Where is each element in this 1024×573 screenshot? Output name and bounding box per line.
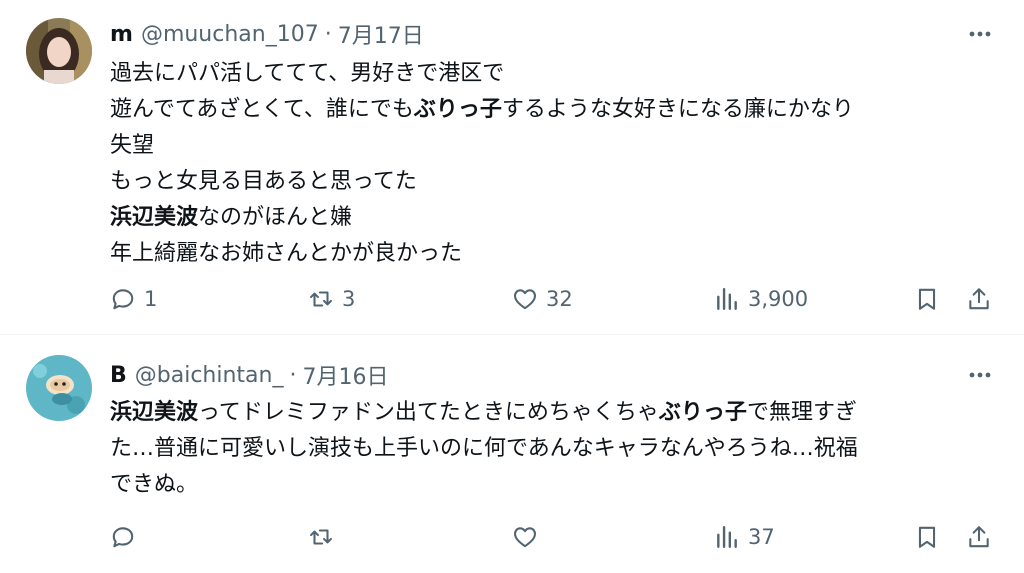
views-button[interactable]: 37 — [714, 520, 775, 554]
avatar[interactable] — [26, 18, 92, 84]
highlighted-keyword: 浜辺美波 — [110, 400, 199, 425]
more-icon[interactable] — [966, 361, 994, 389]
views-count: 37 — [748, 525, 775, 549]
text-segment: 過去にパパ活しててて、男好きで港区で — [110, 61, 505, 86]
text-segment: ってドレミファドン出てたときにめちゃくちゃ — [198, 400, 659, 425]
tweet-text-line: 過去にパパ活しててて、男好きで港区で — [110, 56, 854, 92]
text-segment: 年上綺麗なお姉さんとかが良かった — [110, 241, 463, 266]
views-icon — [717, 288, 737, 310]
tweet-header: m @muuchan_107 · 7月17日 — [110, 17, 424, 51]
reply-icon — [112, 527, 134, 548]
tweet-actions: 37 — [0, 520, 1024, 554]
text-segment: できぬ。 — [110, 472, 199, 497]
like-icon — [514, 289, 536, 310]
share-button[interactable] — [966, 520, 992, 554]
retweet-button[interactable]: 3 — [308, 282, 355, 316]
more-icon[interactable] — [966, 20, 994, 48]
bookmark-button[interactable] — [914, 282, 940, 316]
share-button[interactable] — [966, 282, 992, 316]
retweet-icon — [310, 529, 332, 545]
bookmark-icon — [918, 288, 936, 310]
tweet[interactable]: B @baichintan_ · 7月16日 浜辺美波ってドレミファドン出てたと… — [0, 335, 1024, 573]
separator-dot: · — [289, 362, 297, 388]
text-segment: た…普通に可愛いし演技も上手いのに何であんなキャラなんやろうね…祝福 — [110, 436, 858, 461]
retweet-count: 3 — [342, 287, 356, 311]
tweet-text-line: 失望 — [110, 128, 854, 164]
display-name[interactable]: B — [110, 363, 127, 388]
tweet-text-line: もっと女見る目あると思ってた — [110, 164, 854, 200]
retweet-button[interactable] — [308, 520, 342, 554]
reply-count: 1 — [144, 287, 158, 311]
text-segment: 遊んでてあざとくて、誰にでも — [110, 97, 414, 122]
share-icon — [969, 288, 989, 310]
tweet[interactable]: m @muuchan_107 · 7月17日 過去にパパ活しててて、男好きで港区… — [0, 0, 1024, 334]
like-icon — [514, 527, 536, 548]
tweet-text-line: できぬ。 — [110, 467, 858, 503]
share-icon — [969, 526, 989, 548]
text-segment: もっと女見る目あると思ってた — [110, 169, 417, 194]
highlighted-keyword: ぶりっ子 — [658, 400, 747, 425]
highlighted-keyword: ぶりっ子 — [413, 97, 502, 122]
views-count: 3,900 — [748, 287, 809, 311]
highlighted-keyword: 浜辺美波 — [110, 205, 199, 230]
tweet-header: B @baichintan_ · 7月16日 — [110, 358, 389, 392]
separator-dot: · — [324, 21, 332, 47]
tweet-date[interactable]: 7月17日 — [338, 18, 424, 50]
like-count: 32 — [546, 287, 573, 311]
like-button[interactable]: 32 — [512, 282, 573, 316]
retweet-icon — [310, 291, 332, 307]
avatar[interactable] — [26, 355, 92, 421]
tweet-text-line: 遊んでてあざとくて、誰にでもぶりっ子するような女好きになる廉にかなり — [110, 92, 854, 128]
tweet-text-line: 浜辺美波なのがほんと嫌 — [110, 200, 854, 236]
text-segment: 失望 — [110, 133, 155, 158]
tweet-text-line: 浜辺美波ってドレミファドン出てたときにめちゃくちゃぶりっ子で無理すぎ — [110, 395, 858, 431]
tweet-actions: 1 3 32 3,900 — [0, 282, 1024, 316]
reply-button[interactable]: 1 — [110, 282, 157, 316]
tweet-date[interactable]: 7月16日 — [303, 359, 389, 391]
like-button[interactable] — [512, 520, 546, 554]
tweet-text-line: た…普通に可愛いし演技も上手いのに何であんなキャラなんやろうね…祝福 — [110, 431, 858, 467]
bookmark-icon — [918, 526, 936, 548]
tweet-text: 浜辺美波ってドレミファドン出てたときにめちゃくちゃぶりっ子で無理すぎた…普通に可… — [110, 395, 858, 503]
bookmark-button[interactable] — [914, 520, 940, 554]
views-button[interactable]: 3,900 — [714, 282, 808, 316]
views-icon — [717, 526, 737, 548]
tweet-text: 過去にパパ活しててて、男好きで港区で 遊んでてあざとくて、誰にでもぶりっ子するよう… — [110, 56, 854, 272]
user-handle[interactable]: @muuchan_107 — [141, 22, 319, 47]
text-segment: なのがほんと嫌 — [198, 205, 353, 230]
tweet-text-line: 年上綺麗なお姉さんとかが良かった — [110, 236, 854, 272]
reply-icon — [112, 289, 134, 310]
text-segment: で無理すぎ — [746, 400, 857, 425]
user-handle[interactable]: @baichintan_ — [135, 363, 284, 388]
reply-button[interactable] — [110, 520, 144, 554]
text-segment: するような女好きになる廉にかなり — [501, 97, 854, 122]
display-name[interactable]: m — [110, 22, 133, 47]
